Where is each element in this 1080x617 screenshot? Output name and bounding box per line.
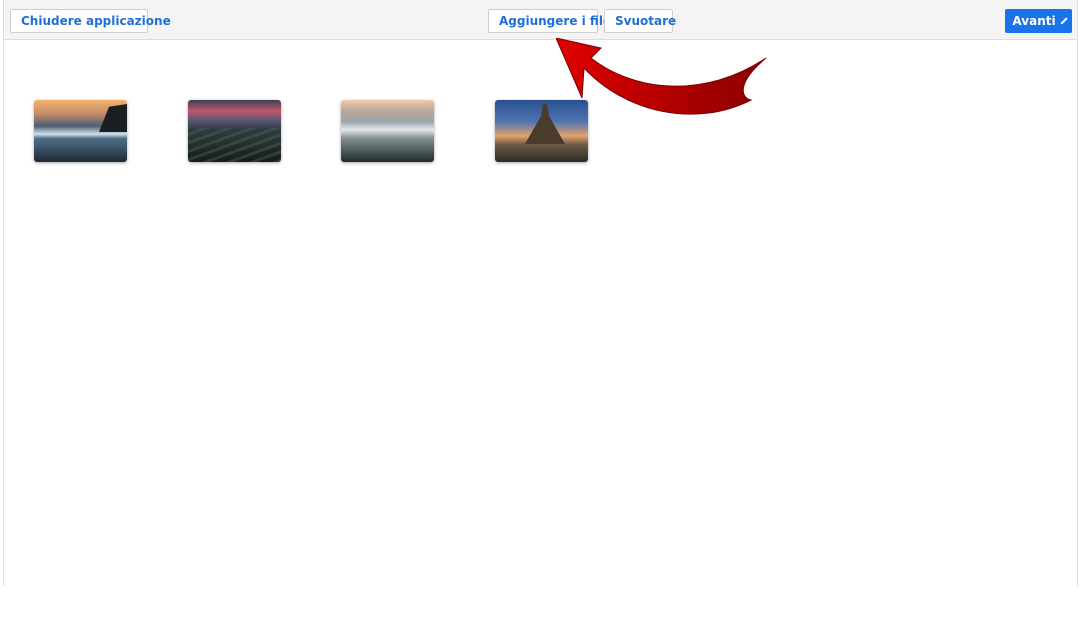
thumbnail-beach-sunset[interactable]: [34, 100, 127, 162]
thumbnail-desert-peak[interactable]: [495, 100, 588, 162]
red-arrow-icon: [556, 38, 767, 115]
thumbnail-rock-ribs[interactable]: [188, 100, 281, 162]
app-window: Chiudere applicazione Aggiungere i file …: [3, 0, 1078, 586]
toolbar: Chiudere applicazione Aggiungere i file …: [4, 0, 1077, 40]
next-button-label: Avanti: [1012, 14, 1056, 28]
add-files-button[interactable]: Aggiungere i file: [488, 9, 611, 33]
close-application-button[interactable]: Chiudere applicazione: [10, 9, 171, 33]
empty-button[interactable]: Svuotare: [604, 9, 676, 33]
next-button[interactable]: Avanti: [1005, 9, 1072, 33]
thumbnail-misty-mountains[interactable]: [341, 100, 434, 162]
chevron-right-icon: [1060, 17, 1068, 25]
